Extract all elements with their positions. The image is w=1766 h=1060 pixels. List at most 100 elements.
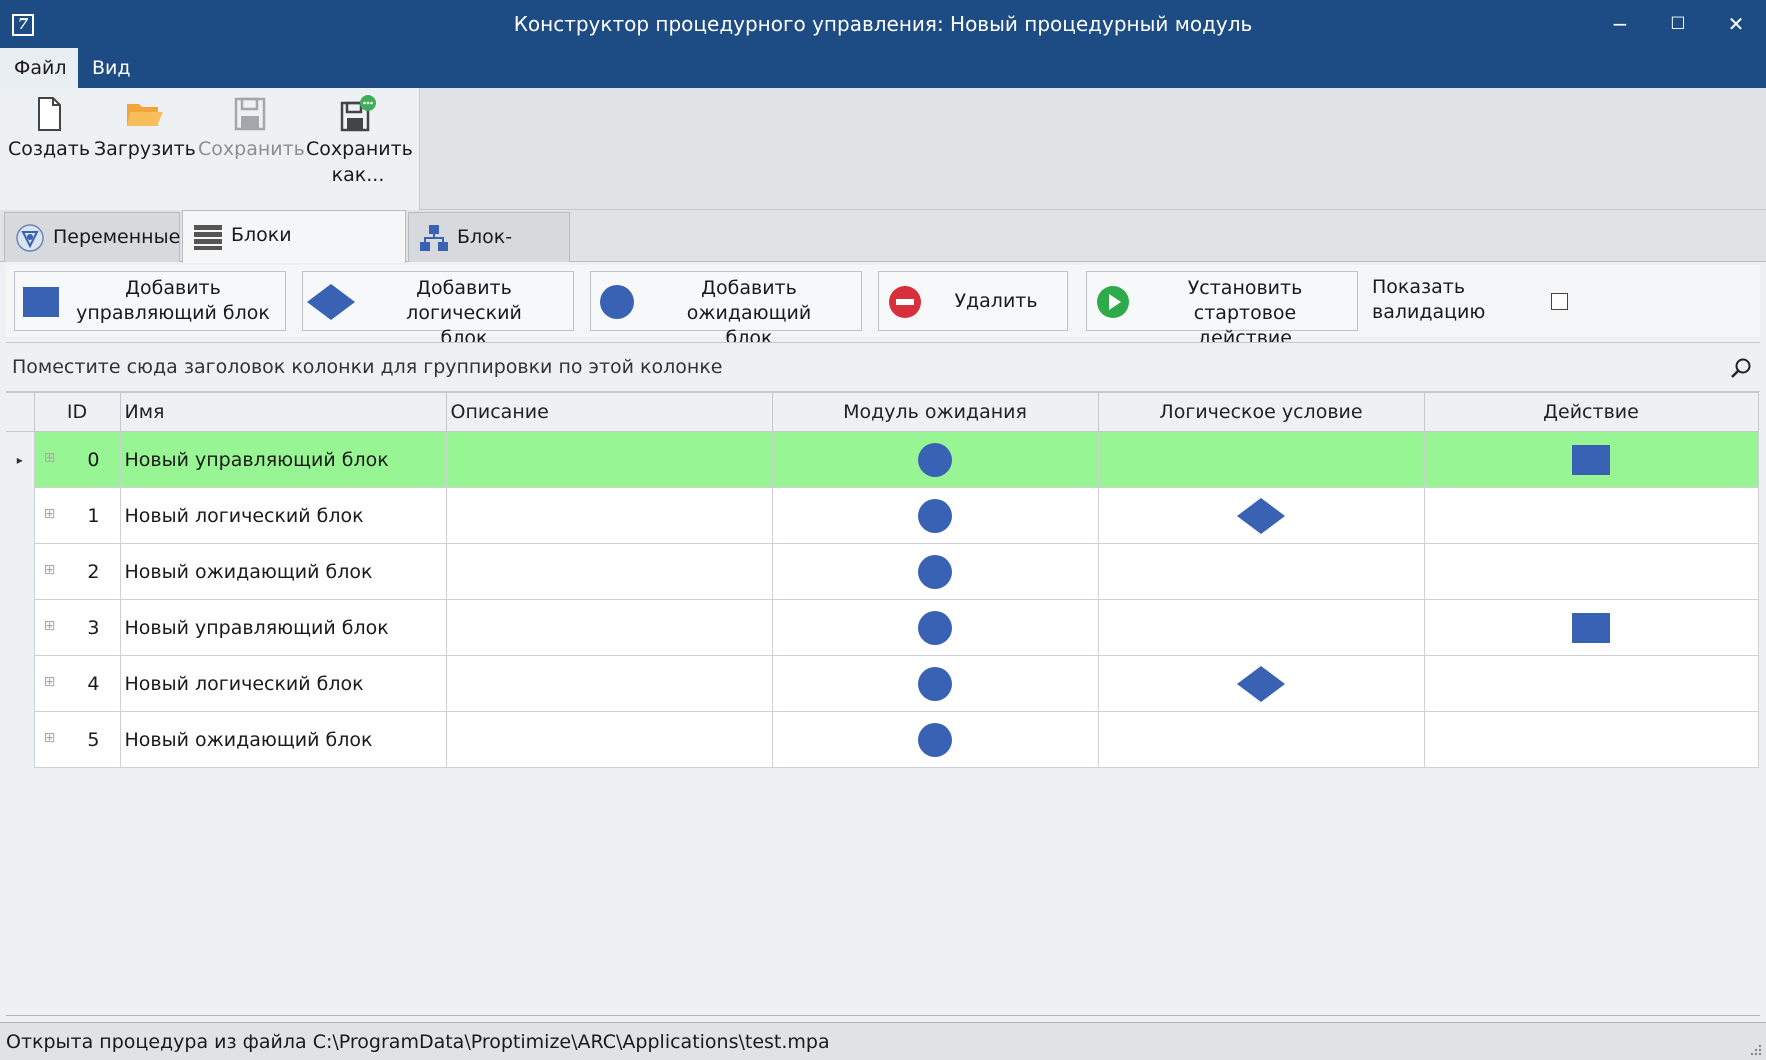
expand-icon[interactable]: ⊞ xyxy=(43,451,57,466)
delete-button[interactable]: Удалить xyxy=(878,271,1068,331)
row-indicator xyxy=(6,487,35,544)
row-action-cell[interactable] xyxy=(1423,599,1759,656)
menu-file[interactable]: Файл xyxy=(0,48,78,88)
show-validation-checkbox[interactable] xyxy=(1551,293,1568,310)
create-button[interactable]: Создать xyxy=(8,94,90,162)
circle-shape-icon xyxy=(918,498,952,533)
save-as-button[interactable]: Сохранить как... xyxy=(306,94,413,188)
tab-variables-label: Переменные xyxy=(53,226,181,248)
show-validation-label-line1: Показать xyxy=(1372,276,1466,298)
row-id-cell[interactable]: ⊞ 1 xyxy=(33,487,121,544)
menu-view[interactable]: Вид xyxy=(78,48,145,88)
column-header-wait-module[interactable]: Модуль ожидания xyxy=(771,392,1099,432)
row-id: 2 xyxy=(87,560,100,583)
row-description-cell[interactable] xyxy=(445,599,773,656)
load-label: Загрузить xyxy=(94,138,196,160)
row-description-cell[interactable] xyxy=(445,543,773,600)
diamond-shape-icon xyxy=(1237,497,1285,534)
square-block-icon xyxy=(23,287,59,317)
table-row[interactable]: ⊞ 5 Новый ожидающий блок xyxy=(6,711,1759,768)
save-as-label-line1: Сохранить xyxy=(306,138,413,160)
column-header-name[interactable]: Имя xyxy=(119,392,447,432)
tab-strip: Переменные Блоки процедуры Блок-схема xyxy=(0,210,1766,296)
minimize-button[interactable]: − xyxy=(1598,6,1642,42)
row-name-cell[interactable]: Новый управляющий блок xyxy=(119,431,447,488)
row-logic-cell[interactable] xyxy=(1097,599,1425,656)
expand-icon[interactable]: ⊞ xyxy=(43,675,57,690)
row-name-cell[interactable]: Новый управляющий блок xyxy=(119,599,447,656)
row-id: 1 xyxy=(87,504,100,527)
row-id-cell[interactable]: ⊞ 2 xyxy=(33,543,121,600)
tab-blocks[interactable]: Блоки процедуры xyxy=(182,210,406,294)
row-action-cell[interactable] xyxy=(1423,431,1759,488)
row-description-cell[interactable] xyxy=(445,487,773,544)
row-name-cell[interactable]: Новый ожидающий блок xyxy=(119,543,447,600)
row-wait-cell[interactable] xyxy=(771,655,1099,712)
table-row[interactable]: ⊞ 2 Новый ожидающий блок xyxy=(6,543,1759,600)
save-label: Сохранить xyxy=(198,138,305,160)
row-logic-cell[interactable] xyxy=(1097,431,1425,488)
row-description-cell[interactable] xyxy=(445,711,773,768)
circle-shape-icon xyxy=(918,554,952,589)
row-logic-cell[interactable] xyxy=(1097,655,1425,712)
table-row[interactable]: ⊞ 1 Новый логический блок xyxy=(6,487,1759,544)
search-icon[interactable] xyxy=(1730,357,1752,379)
row-action-cell[interactable] xyxy=(1423,487,1759,544)
square-shape-icon xyxy=(1572,444,1610,475)
column-header-logic-condition[interactable]: Логическое условие xyxy=(1097,392,1425,432)
row-logic-cell[interactable] xyxy=(1097,487,1425,544)
set-start-action-button[interactable]: Установить стартовое действие xyxy=(1086,271,1358,349)
row-description-cell[interactable] xyxy=(445,431,773,488)
row-wait-cell[interactable] xyxy=(771,711,1099,768)
group-by-panel[interactable]: Поместите сюда заголовок колонки для гру… xyxy=(6,342,1760,392)
row-wait-cell[interactable] xyxy=(771,543,1099,600)
maximize-button[interactable]: ☐ xyxy=(1656,6,1700,42)
blocks-table: ID Имя Описание Модуль ожидания Логическ… xyxy=(6,392,1759,768)
row-wait-cell[interactable] xyxy=(771,599,1099,656)
table-row[interactable]: ⊞ 4 Новый логический блок xyxy=(6,655,1759,712)
row-wait-cell[interactable] xyxy=(771,431,1099,488)
tab-flowchart[interactable]: Блок-схема xyxy=(408,212,570,296)
row-description-cell[interactable] xyxy=(445,655,773,712)
open-folder-icon xyxy=(127,104,163,126)
play-icon xyxy=(1097,286,1129,318)
column-header-action[interactable]: Действие xyxy=(1423,392,1759,432)
resize-grip-icon[interactable] xyxy=(1748,1042,1762,1056)
row-id-cell[interactable]: ⊞ 5 xyxy=(33,711,121,768)
row-id-cell[interactable]: ⊞ 0 xyxy=(33,431,121,488)
row-id-cell[interactable]: ⊞ 3 xyxy=(33,599,121,656)
row-action-cell[interactable] xyxy=(1423,655,1759,712)
table-row[interactable]: ▸ ⊞ 0 Новый управляющий блок xyxy=(6,431,1759,488)
column-header-id[interactable]: ID xyxy=(33,392,121,432)
close-button[interactable]: ✕ xyxy=(1714,6,1758,42)
row-name-cell[interactable]: Новый логический блок xyxy=(119,655,447,712)
create-label: Создать xyxy=(8,138,91,160)
expand-icon[interactable]: ⊞ xyxy=(43,619,57,634)
add-wait-block-button[interactable]: Добавить ожидающий блок xyxy=(590,271,862,349)
table-row[interactable]: ⊞ 3 Новый управляющий блок xyxy=(6,599,1759,656)
add-logic-block-button[interactable]: Добавить логический блок xyxy=(302,271,574,349)
list-blocks-icon xyxy=(194,225,222,250)
expand-icon[interactable]: ⊞ xyxy=(43,731,57,746)
save-button[interactable]: Сохранить xyxy=(198,94,305,162)
row-name-cell[interactable]: Новый логический блок xyxy=(119,487,447,544)
load-button[interactable]: Загрузить xyxy=(94,94,196,162)
diamond-shape-icon xyxy=(1237,665,1285,702)
set-start-label-line1: Установить стартовое xyxy=(1187,277,1303,324)
column-header-description[interactable]: Описание xyxy=(445,392,773,432)
row-logic-cell[interactable] xyxy=(1097,543,1425,600)
row-action-cell[interactable] xyxy=(1423,711,1759,768)
expand-icon[interactable]: ⊞ xyxy=(43,507,57,522)
tab-variables[interactable]: Переменные xyxy=(4,212,180,262)
row-logic-cell[interactable] xyxy=(1097,711,1425,768)
status-message: Открыта процедура из файла C:\ProgramDat… xyxy=(6,1031,830,1053)
group-by-hint: Поместите сюда заголовок колонки для гру… xyxy=(12,356,723,378)
add-control-block-button[interactable]: Добавить управляющий блок xyxy=(14,271,286,331)
delete-label: Удалить xyxy=(954,290,1038,312)
current-row-indicator-icon: ▸ xyxy=(6,431,35,488)
expand-icon[interactable]: ⊞ xyxy=(43,563,57,578)
row-id-cell[interactable]: ⊞ 4 xyxy=(33,655,121,712)
row-wait-cell[interactable] xyxy=(771,487,1099,544)
row-name-cell[interactable]: Новый ожидающий блок xyxy=(119,711,447,768)
row-action-cell[interactable] xyxy=(1423,543,1759,600)
